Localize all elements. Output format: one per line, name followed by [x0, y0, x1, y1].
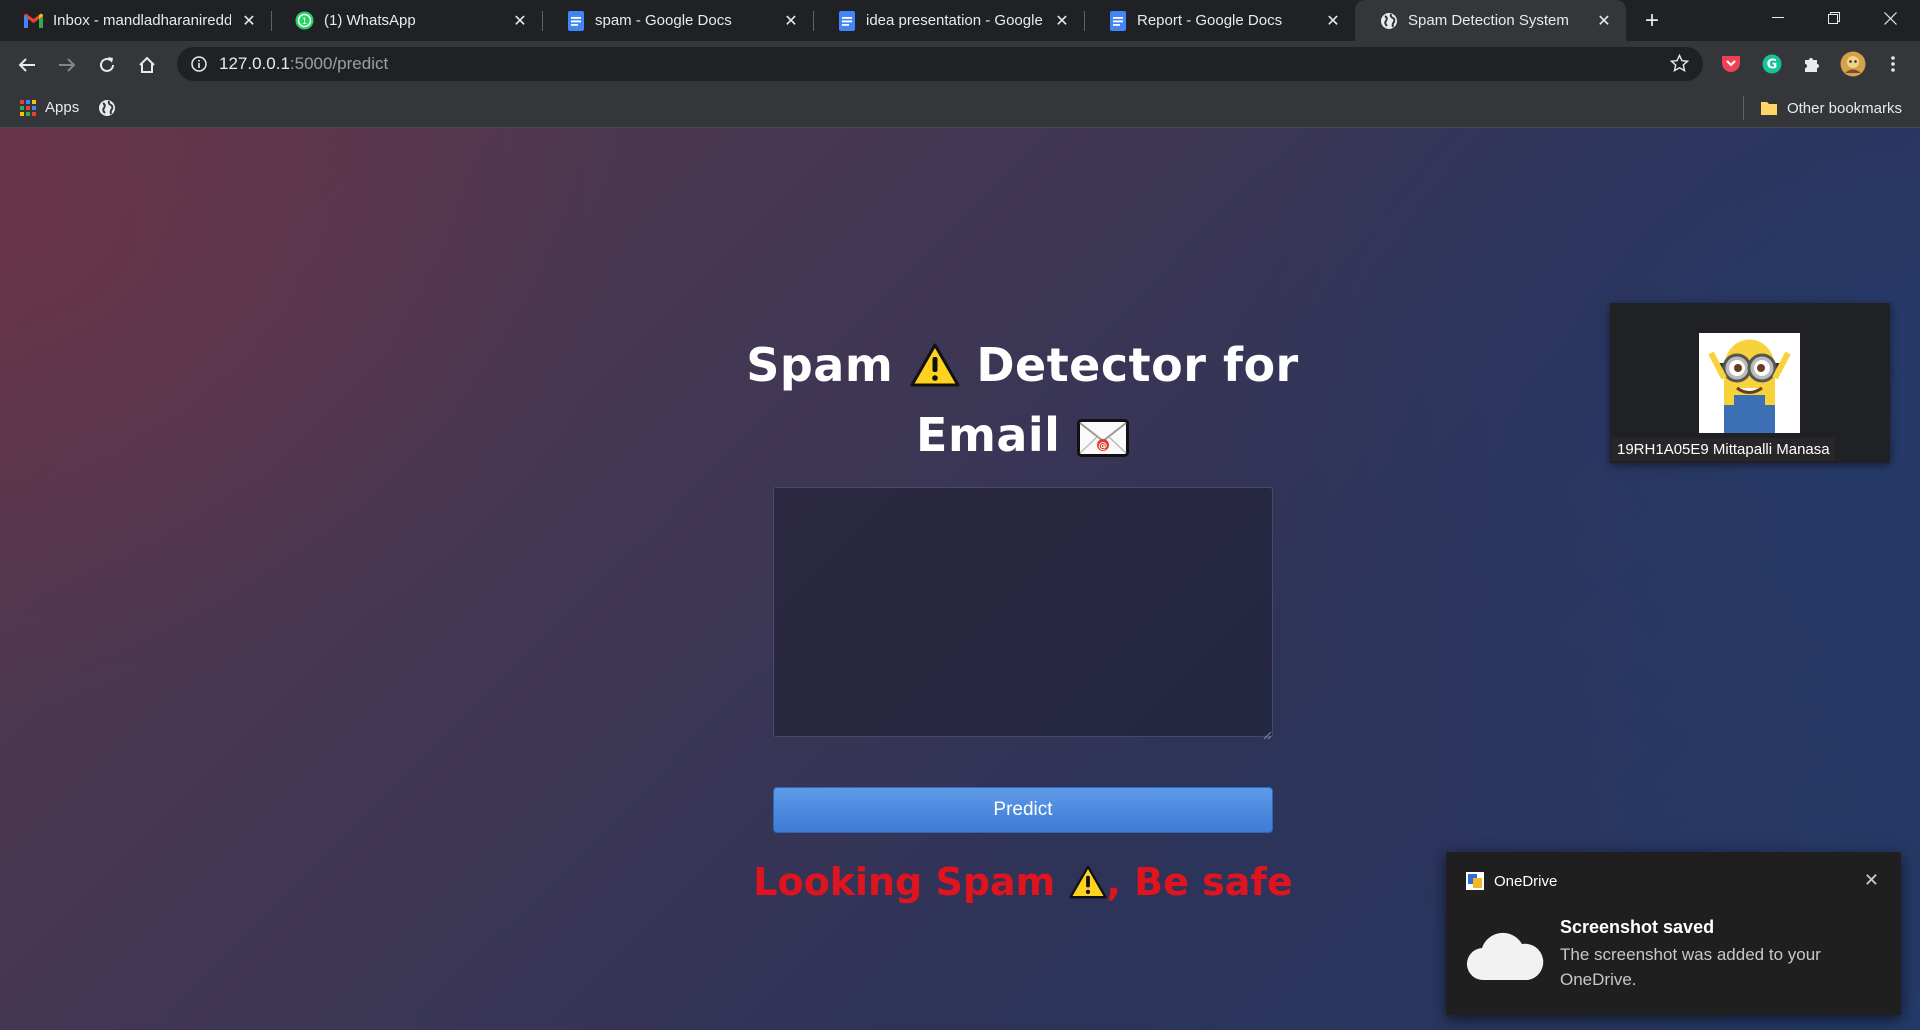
back-button[interactable] — [7, 45, 47, 85]
other-bookmarks-folder[interactable]: Other bookmarks — [1760, 88, 1902, 128]
home-icon — [139, 56, 155, 73]
participant-avatar — [1699, 333, 1800, 433]
warning-icon — [910, 339, 960, 403]
forward-arrow-icon — [59, 57, 76, 72]
close-icon[interactable]: ✕ — [1323, 11, 1343, 31]
gmail-icon — [24, 11, 43, 30]
pocket-extension-icon[interactable] — [1716, 49, 1746, 79]
close-icon[interactable]: ✕ — [1864, 870, 1879, 891]
home-button[interactable] — [127, 45, 167, 85]
address-bar[interactable]: 127.0.0.1:5000/predict — [177, 47, 1703, 81]
tab-title: spam - Google Docs — [595, 12, 732, 29]
grammarly-extension-icon[interactable]: G — [1757, 49, 1787, 79]
url-host: 127.0.0.1 — [219, 54, 290, 73]
tab-gmail[interactable]: Inbox - mandladharanireddy ✕ — [0, 0, 271, 41]
whatsapp-icon: 1 — [295, 11, 314, 30]
textarea-resize-handle[interactable] — [1262, 727, 1272, 740]
other-bookmarks-label: Other bookmarks — [1786, 99, 1902, 117]
bookmarks-divider — [1743, 96, 1744, 120]
tab-spam-detection[interactable]: Spam Detection System ✕ — [1355, 0, 1626, 41]
tab-idea-docs[interactable]: idea presentation - Google Docs ✕ — [813, 0, 1084, 41]
apps-grid-icon — [20, 99, 36, 116]
toast-app-name: OneDrive — [1494, 872, 1558, 890]
tab-title: Spam Detection System — [1408, 12, 1569, 29]
prediction-result: Looking Spam , Be safe — [660, 860, 1386, 908]
video-call-overlay[interactable]: 19RH1A05E9 Mittapalli Manasa — [1610, 303, 1890, 463]
bookmark-globe[interactable] — [98, 99, 116, 117]
close-icon[interactable]: ✕ — [781, 11, 801, 31]
bookmark-star-icon[interactable] — [1669, 53, 1690, 78]
tab-title: (1) WhatsApp — [324, 12, 416, 29]
docs-icon — [566, 10, 585, 31]
globe-icon — [1379, 11, 1398, 30]
toast-title: Screenshot saved — [1560, 917, 1715, 937]
onedrive-notification[interactable]: OneDrive ✕ Screenshot saved The screensh… — [1446, 852, 1901, 1015]
title-word-email: Email — [916, 408, 1061, 462]
close-icon — [1883, 11, 1897, 25]
warning-icon — [1068, 864, 1107, 908]
docs-icon — [1108, 10, 1127, 31]
close-icon[interactable]: ✕ — [1594, 11, 1614, 31]
close-icon[interactable]: ✕ — [1052, 11, 1072, 31]
tab-title: idea presentation - Google Docs — [866, 12, 1044, 29]
restore-button[interactable] — [1806, 0, 1862, 36]
bookmark-apps[interactable]: Apps — [20, 99, 79, 116]
participant-name: 19RH1A05E9 Mittapalli Manasa — [1612, 438, 1835, 461]
predict-button[interactable]: Predict — [773, 787, 1273, 833]
tab-title: Report - Google Docs — [1137, 12, 1283, 29]
toast-app-header: OneDrive — [1466, 872, 1557, 890]
bookmark-apps-label: Apps — [45, 99, 80, 116]
tab-strip: Inbox - mandladharanireddy ✕ 1 (1) Whats… — [0, 0, 1920, 41]
docs-icon — [837, 10, 856, 31]
title-word-detector: Detector for — [976, 338, 1299, 392]
toast-message: The screenshot was added to your OneDriv… — [1560, 945, 1821, 989]
result-text-safe: , Be safe — [1106, 860, 1293, 904]
envelope-icon: @ — [1076, 409, 1129, 473]
page-title: Spam Detector for Email @ — [720, 333, 1325, 473]
title-word-spam: Spam — [746, 338, 894, 392]
minion-avatar-icon — [1699, 333, 1800, 433]
svg-text:@: @ — [1098, 442, 1108, 452]
back-arrow-icon — [18, 57, 35, 72]
folder-icon — [1760, 102, 1777, 115]
close-window-button[interactable] — [1862, 0, 1918, 36]
tab-spam-docs[interactable]: spam - Google Docs ✕ — [542, 0, 813, 41]
tab-whatsapp[interactable]: 1 (1) WhatsApp ✕ — [271, 0, 542, 41]
page-content: Spam Detector for Email @ Predict Lookin… — [0, 128, 1920, 1030]
forward-button[interactable] — [47, 45, 87, 85]
onedrive-app-icon — [1466, 872, 1484, 890]
tab-title: Inbox - mandladharanireddy — [53, 12, 231, 29]
svg-text:G: G — [1767, 58, 1778, 73]
extensions-puzzle-icon[interactable] — [1797, 49, 1827, 79]
email-message-input[interactable] — [773, 487, 1273, 737]
url-path: :5000/predict — [289, 54, 389, 73]
cloud-icon — [1466, 930, 1544, 987]
result-text-spam: Looking Spam — [753, 860, 1056, 904]
reload-icon — [100, 56, 114, 72]
minimize-icon — [1772, 17, 1784, 18]
tab-report-docs[interactable]: Report - Google Docs ✕ — [1084, 0, 1355, 41]
close-icon[interactable]: ✕ — [239, 11, 259, 31]
profile-avatar[interactable] — [1838, 49, 1868, 79]
browser-toolbar: 127.0.0.1:5000/predict G — [0, 41, 1920, 88]
info-icon[interactable] — [191, 56, 207, 72]
globe-icon — [99, 99, 116, 116]
bookmarks-bar: Apps Other bookmarks — [0, 88, 1920, 128]
restore-icon — [1828, 12, 1840, 24]
menu-kebab-icon[interactable] — [1878, 49, 1908, 79]
minimize-button[interactable] — [1750, 0, 1806, 36]
svg-text:1: 1 — [302, 17, 308, 27]
close-icon[interactable]: ✕ — [510, 11, 530, 31]
new-tab-button[interactable]: + — [1632, 0, 1672, 41]
reload-button[interactable] — [87, 45, 127, 85]
